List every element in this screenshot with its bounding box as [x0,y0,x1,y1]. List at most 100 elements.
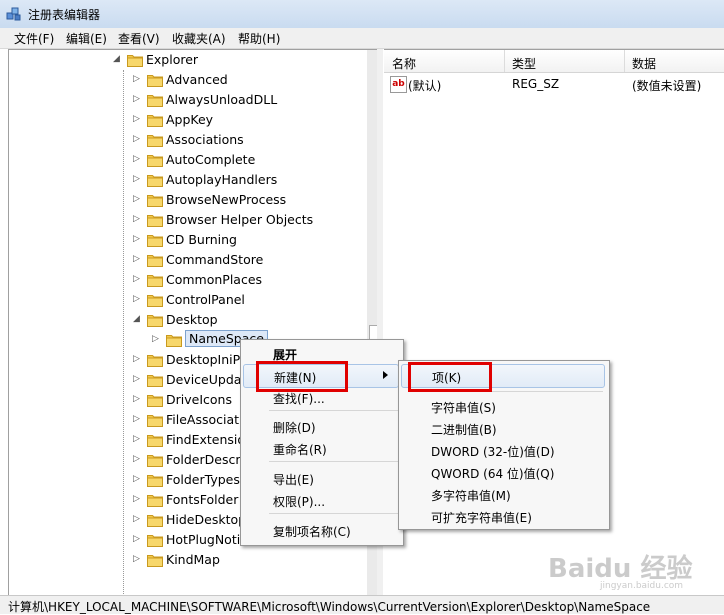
menu-item-delete[interactable]: 删除(D) [243,415,399,437]
tree-item-label: FolderTypes [166,472,240,487]
collapsed-arrow-icon[interactable]: ▷ [133,374,143,384]
folder-icon [147,253,163,267]
menu-favorites[interactable]: 收藏夹(A) [172,30,226,47]
collapsed-arrow-icon[interactable]: ▷ [133,234,143,244]
title-bar: 注册表编辑器 [0,0,724,29]
expanded-arrow-icon[interactable]: ◢ [113,54,123,64]
collapsed-arrow-icon[interactable]: ▷ [133,514,143,524]
menu-edit[interactable]: 编辑(E) [66,30,107,47]
menu-help[interactable]: 帮助(H) [238,30,280,47]
folder-icon [147,293,163,307]
list-header: 名称 类型 数据 [384,50,724,73]
tree-item-label: FindExtensio [166,432,246,447]
collapsed-arrow-icon[interactable]: ▷ [133,194,143,204]
column-divider[interactable] [624,50,625,72]
menu-separator [269,410,399,411]
menu-file[interactable]: 文件(F) [14,30,54,47]
baidu-watermark: Baidu 经验 jingyan.baidu.com [548,554,693,591]
collapsed-arrow-icon[interactable]: ▷ [133,394,143,404]
collapsed-arrow-icon[interactable]: ▷ [133,354,143,364]
folder-icon [147,213,163,227]
menu-separator [269,513,399,514]
value-data: (数值未设置) [632,79,702,93]
folder-icon [147,73,163,87]
folder-icon [147,393,163,407]
collapsed-arrow-icon[interactable]: ▷ [133,214,143,224]
tree-item-label: ControlPanel [166,292,245,307]
folder-icon [166,333,182,347]
folder-icon [147,353,163,367]
menu-bar: 文件(F) 编辑(E) 查看(V) 收藏夹(A) 帮助(H) [0,28,724,49]
collapsed-arrow-icon[interactable]: ▷ [133,474,143,484]
tree-item-label: Advanced [166,72,228,87]
folder-icon [127,53,143,67]
collapsed-arrow-icon[interactable]: ▷ [133,174,143,184]
value-type: REG_SZ [512,77,560,91]
collapsed-arrow-icon[interactable]: ▷ [152,334,162,344]
folder-icon [147,133,163,147]
collapsed-arrow-icon[interactable]: ▷ [133,554,143,564]
tree-guide-line [123,70,124,594]
folder-icon [147,413,163,427]
tree-item-label: Explorer [146,52,199,67]
folder-icon [147,113,163,127]
menu-item-permissions[interactable]: 权限(P)... [243,489,399,511]
column-data[interactable]: 数据 [632,55,656,72]
folder-icon [147,373,163,387]
collapsed-arrow-icon[interactable]: ▷ [133,134,143,144]
window-title: 注册表编辑器 [28,8,101,22]
collapsed-arrow-icon[interactable]: ▷ [133,154,143,164]
collapsed-arrow-icon[interactable]: ▷ [133,94,143,104]
submenu-item-multi-string-value[interactable]: 多字符串值(M) [401,483,605,505]
collapsed-arrow-icon[interactable]: ▷ [133,74,143,84]
collapsed-arrow-icon[interactable]: ▷ [133,434,143,444]
tree-item-label: FontsFolder [166,492,239,507]
column-divider[interactable] [504,50,505,72]
folder-icon [147,153,163,167]
status-bar: 计算机\HKEY_LOCAL_MACHINE\SOFTWARE\Microsof… [0,595,724,614]
collapsed-arrow-icon[interactable]: ▷ [133,494,143,504]
tree-item-label: AutoComplete [166,152,256,167]
folder-icon [147,313,163,327]
tree-item-label: DriveIcons [166,392,232,407]
submenu-item-string-value[interactable]: 字符串值(S) [401,395,605,417]
menu-item-copy-key-name[interactable]: 复制项名称(C) [243,519,399,541]
tree-item-label: Browser Helper Objects [166,212,314,227]
submenu-arrow-icon [383,371,388,379]
tree-item-label: AppKey [166,112,214,127]
tree-item-label: CommonPlaces [166,272,263,287]
collapsed-arrow-icon[interactable]: ▷ [133,454,143,464]
collapsed-arrow-icon[interactable]: ▷ [133,254,143,264]
tree-item-label: FileAssociati [166,412,243,427]
column-type[interactable]: 类型 [512,55,536,72]
collapsed-arrow-icon[interactable]: ▷ [133,294,143,304]
collapsed-arrow-icon[interactable]: ▷ [133,534,143,544]
column-name[interactable]: 名称 [392,55,416,72]
collapsed-arrow-icon[interactable]: ▷ [133,274,143,284]
submenu-item-dword-value[interactable]: DWORD (32-位)值(D) [401,439,605,461]
folder-icon [147,233,163,247]
tree-item-label: CommandStore [166,252,264,267]
menu-item-export[interactable]: 导出(E) [243,467,399,489]
menu-item-rename[interactable]: 重命名(R) [243,437,399,459]
collapsed-arrow-icon[interactable]: ▷ [133,114,143,124]
menu-view[interactable]: 查看(V) [118,30,160,47]
folder-icon [147,433,163,447]
folder-icon [147,513,163,527]
tree-item-label: FolderDescr [166,452,241,467]
submenu-item-binary-value[interactable]: 二进制值(B) [401,417,605,439]
value-name[interactable]: (默认) [408,77,441,94]
folder-icon [147,453,163,467]
collapsed-arrow-icon[interactable]: ▷ [133,414,143,424]
expanded-arrow-icon[interactable]: ◢ [133,314,143,324]
tree-item-label: Associations [166,132,244,147]
submenu-item-qword-value[interactable]: QWORD (64 位)值(Q) [401,461,605,483]
tree-item-label: AutoplayHandlers [166,172,278,187]
submenu-item-expandable-string-value[interactable]: 可扩充字符串值(E) [401,505,605,527]
string-value-icon: ab [390,76,407,93]
folder-icon [147,533,163,547]
highlight-box-key [408,362,492,392]
tree-item-label: HideDesktop [166,512,247,527]
status-path: 计算机\HKEY_LOCAL_MACHINE\SOFTWARE\Microsof… [8,600,651,614]
folder-icon [147,473,163,487]
